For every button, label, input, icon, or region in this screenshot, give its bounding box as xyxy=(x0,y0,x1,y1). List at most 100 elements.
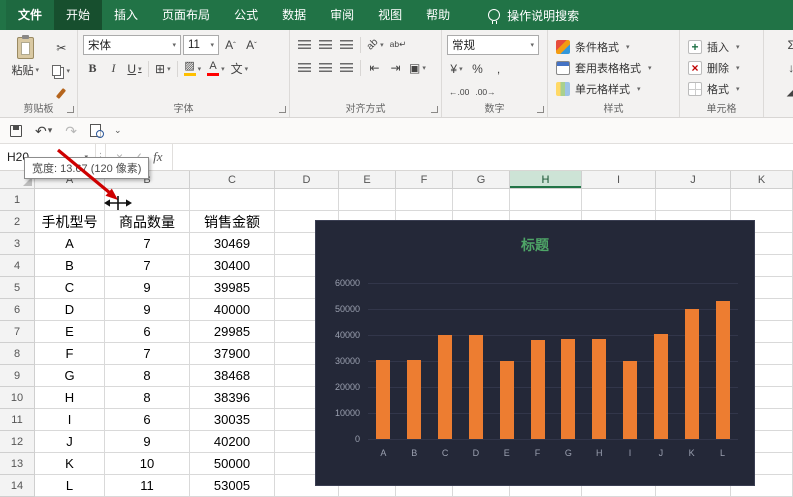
cell-B11[interactable]: 6 xyxy=(105,409,190,431)
tab-插入[interactable]: 插入 xyxy=(102,0,150,30)
number-format-combo[interactable]: 常规 ▾ xyxy=(447,35,539,55)
cell-B8[interactable]: 7 xyxy=(105,343,190,365)
column-header-F[interactable]: F xyxy=(396,171,453,189)
bar-D[interactable] xyxy=(468,335,483,439)
italic-button[interactable]: I xyxy=(104,59,123,78)
number-dialog-launcher-icon[interactable] xyxy=(537,106,544,113)
fill-button[interactable]: ↓▾ xyxy=(769,58,793,77)
bar-E[interactable] xyxy=(499,361,514,439)
wrap-text-button[interactable]: ab↵ xyxy=(388,35,409,54)
cell-A4[interactable]: B xyxy=(35,255,105,277)
cell-A14[interactable]: L xyxy=(35,475,105,497)
cell-A11[interactable]: I xyxy=(35,409,105,431)
cell-B1[interactable] xyxy=(105,189,190,211)
formula-input[interactable] xyxy=(173,144,793,170)
row-header-4[interactable]: 4 xyxy=(0,255,35,277)
clear-button[interactable]: ◢▾ xyxy=(769,81,793,100)
cell-B5[interactable]: 9 xyxy=(105,277,190,299)
chart[interactable]: 标题 0 10000 20000 30000 40000 50000 60000 A B C D E F… xyxy=(315,220,755,486)
row-header-7[interactable]: 7 xyxy=(0,321,35,343)
align-center-button[interactable] xyxy=(316,58,335,77)
increase-indent-button[interactable]: ⇥ xyxy=(386,58,405,77)
cell-A3[interactable]: A xyxy=(35,233,105,255)
column-header-D[interactable]: D xyxy=(275,171,339,189)
font-size-combo[interactable]: 11 ▾ xyxy=(183,35,219,55)
decrease-font-size-button[interactable]: Aˇ xyxy=(242,36,261,55)
cell-C7[interactable]: 29985 xyxy=(190,321,275,343)
cut-button[interactable]: ✂ xyxy=(50,38,72,57)
tab-开始[interactable]: 开始 xyxy=(54,0,103,30)
align-middle-button[interactable] xyxy=(316,35,335,54)
bar-G[interactable] xyxy=(561,338,576,439)
cell-B9[interactable]: 8 xyxy=(105,365,190,387)
cell-D1[interactable] xyxy=(275,189,339,211)
phonetic-guide-button[interactable]: 文 ▾ xyxy=(229,59,251,78)
cells-button-2[interactable]: 格式 ▾ xyxy=(685,79,758,98)
cell-A2[interactable]: 手机型号 xyxy=(35,211,105,233)
bar-L[interactable] xyxy=(715,301,730,439)
cell-F1[interactable] xyxy=(396,189,453,211)
orientation-button[interactable]: ab ▾ xyxy=(365,35,386,54)
cell-H1[interactable] xyxy=(510,189,582,211)
row-header-12[interactable]: 12 xyxy=(0,431,35,453)
column-header-E[interactable]: E xyxy=(339,171,396,189)
styles-button-2[interactable]: 单元格样式 ▾ xyxy=(553,79,674,98)
column-header-H[interactable]: H xyxy=(510,171,582,189)
undo-button[interactable]: ↶ ▾ xyxy=(35,124,52,138)
cell-B14[interactable]: 11 xyxy=(105,475,190,497)
row-header-14[interactable]: 14 xyxy=(0,475,35,497)
cell-C2[interactable]: 销售金额 xyxy=(190,211,275,233)
cell-B6[interactable]: 9 xyxy=(105,299,190,321)
row-header-9[interactable]: 9 xyxy=(0,365,35,387)
increase-font-size-button[interactable]: Aˆ xyxy=(221,36,240,55)
underline-button[interactable]: U ▾ xyxy=(125,59,144,78)
tell-me-search[interactable]: 操作说明搜索 xyxy=(488,0,579,30)
cell-C9[interactable]: 38468 xyxy=(190,365,275,387)
styles-button-0[interactable]: 条件格式 ▾ xyxy=(553,37,674,56)
cell-A9[interactable]: G xyxy=(35,365,105,387)
cell-G1[interactable] xyxy=(453,189,510,211)
cell-I1[interactable] xyxy=(582,189,656,211)
customize-qat-button[interactable]: ⌄ xyxy=(114,125,122,136)
bar-K[interactable] xyxy=(684,309,699,439)
bar-H[interactable] xyxy=(592,339,607,439)
cell-C11[interactable]: 30035 xyxy=(190,409,275,431)
cell-C13[interactable]: 50000 xyxy=(190,453,275,475)
cell-A5[interactable]: C xyxy=(35,277,105,299)
column-header-K[interactable]: K xyxy=(731,171,793,189)
tab-视图[interactable]: 视图 xyxy=(366,0,414,30)
cells-button-1[interactable]: 删除 ▾ xyxy=(685,58,758,77)
copy-button[interactable]: ▾ xyxy=(50,61,72,80)
borders-button[interactable]: ⊞ ▾ xyxy=(153,59,173,78)
cell-J1[interactable] xyxy=(656,189,731,211)
autosum-button[interactable]: Σ▾ xyxy=(769,35,793,54)
insert-function-button[interactable]: fx xyxy=(153,149,162,165)
cell-B3[interactable]: 7 xyxy=(105,233,190,255)
cell-B2[interactable]: 商品数量 xyxy=(105,211,190,233)
cell-C5[interactable]: 39985 xyxy=(190,277,275,299)
redo-button[interactable]: ↷ xyxy=(65,124,77,138)
cell-A13[interactable]: K xyxy=(35,453,105,475)
row-header-13[interactable]: 13 xyxy=(0,453,35,475)
row-header-3[interactable]: 3 xyxy=(0,233,35,255)
chart-title[interactable]: 标题 xyxy=(316,235,754,255)
tab-公式[interactable]: 公式 xyxy=(222,0,270,30)
cells-button-0[interactable]: 插入 ▾ xyxy=(685,37,758,56)
comma-style-button[interactable]: , xyxy=(489,59,508,78)
cell-C1[interactable] xyxy=(190,189,275,211)
cell-K1[interactable] xyxy=(731,189,793,211)
bar-F[interactable] xyxy=(530,340,545,439)
cell-C10[interactable]: 38396 xyxy=(190,387,275,409)
cell-B4[interactable]: 7 xyxy=(105,255,190,277)
accounting-format-button[interactable]: ¥ ▾ xyxy=(447,59,466,78)
font-dialog-launcher-icon[interactable] xyxy=(279,106,286,113)
styles-button-1[interactable]: 套用表格格式 ▾ xyxy=(553,58,674,77)
tab-页面布局[interactable]: 页面布局 xyxy=(150,0,222,30)
font-color-button[interactable]: A ▾ xyxy=(205,59,227,78)
bar-C[interactable] xyxy=(438,335,453,439)
decrease-decimal-button[interactable]: .00→ xyxy=(473,82,497,101)
cell-C14[interactable]: 53005 xyxy=(190,475,275,497)
tab-审阅[interactable]: 审阅 xyxy=(318,0,366,30)
align-left-button[interactable] xyxy=(295,58,314,77)
cell-C3[interactable]: 30469 xyxy=(190,233,275,255)
